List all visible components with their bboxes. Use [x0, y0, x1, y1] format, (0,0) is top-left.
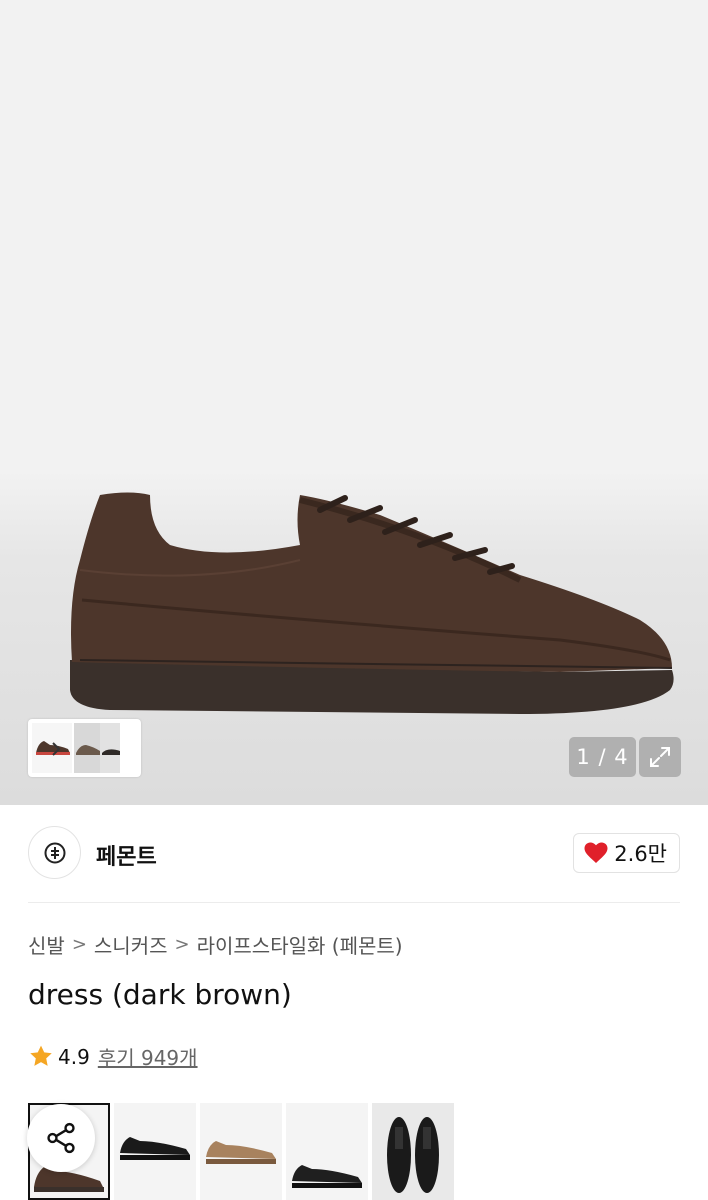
breadcrumb-item-sneakers[interactable]: 스니커즈 — [94, 930, 168, 959]
color-option-black-leather[interactable] — [286, 1103, 368, 1200]
breadcrumb-item-lifestyle[interactable]: 라이프스타일화 (페몬트) — [197, 930, 403, 959]
product-shoe-image — [70, 492, 674, 714]
color-option-black-top[interactable] — [372, 1103, 454, 1200]
product-image-gallery[interactable]: 1 / 4 — [0, 0, 708, 805]
heart-icon — [584, 842, 608, 863]
image-counter: 1 / 4 — [569, 737, 636, 777]
breadcrumb-item-shoes[interactable]: 신발 — [28, 930, 65, 959]
product-title: dress (dark brown) — [28, 978, 292, 1011]
breadcrumb-separator: > — [174, 934, 190, 955]
like-button[interactable]: 2.6만 — [573, 833, 680, 873]
brand-name[interactable]: 페몬트 — [96, 839, 157, 871]
like-count: 2.6만 — [614, 842, 667, 866]
star-icon — [30, 1045, 52, 1066]
rating-row: 4.9 후기 949개 — [28, 1042, 198, 1071]
review-count-link[interactable]: 후기 949개 — [98, 1042, 198, 1071]
divider — [28, 902, 680, 903]
thumbnail-strip[interactable] — [28, 719, 141, 777]
breadcrumb: 신발 > 스니커즈 > 라이프스타일화 (페몬트) — [28, 930, 403, 959]
share-icon — [47, 1122, 75, 1154]
rating-value: 4.9 — [58, 1044, 90, 1069]
brand-row: 페몬트 2.6만 — [28, 826, 680, 882]
expand-icon[interactable] — [639, 737, 681, 777]
share-button[interactable] — [27, 1104, 95, 1172]
breadcrumb-separator: > — [71, 934, 87, 955]
color-option-black[interactable] — [114, 1103, 196, 1200]
brand-logo-icon[interactable] — [28, 826, 81, 879]
color-option-tan[interactable] — [200, 1103, 282, 1200]
